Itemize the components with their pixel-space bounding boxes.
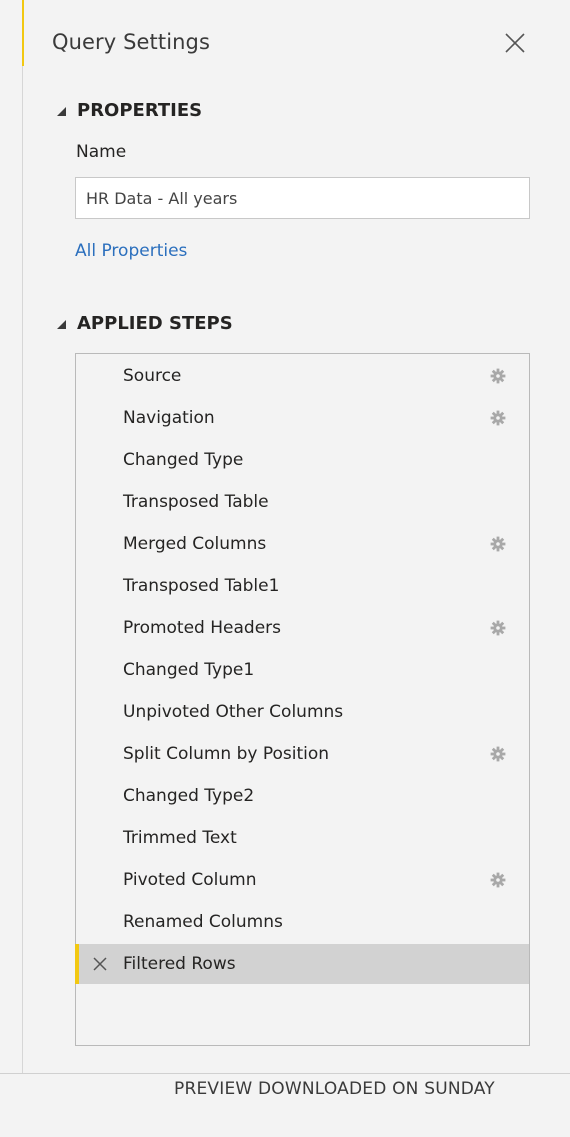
applied-step[interactable]: Merged Columns [76,524,529,564]
applied-step[interactable]: Transposed Table [76,482,529,522]
gear-icon[interactable] [490,368,506,384]
applied-step-label: Changed Type [123,450,244,470]
properties-header: PROPERTIES [77,100,203,121]
close-icon [505,33,525,53]
applied-step-label: Changed Type1 [123,660,255,680]
collapse-triangle-icon [57,319,66,329]
applied-step-label: Transposed Table [123,492,269,512]
applied-step[interactable]: Trimmed Text [76,818,529,858]
applied-step-label: Changed Type2 [123,786,255,806]
gear-icon[interactable] [490,872,506,888]
applied-step[interactable]: Changed Type1 [76,650,529,690]
applied-steps-section-toggle[interactable]: APPLIED STEPS [56,313,233,334]
applied-step-label: Merged Columns [123,534,267,554]
name-label: Name [76,142,127,162]
applied-step-label: Transposed Table1 [123,576,280,596]
applied-step[interactable]: Split Column by Position [76,734,529,774]
applied-steps-header: APPLIED STEPS [77,313,233,334]
applied-step[interactable]: Transposed Table1 [76,566,529,606]
collapse-triangle-icon [57,106,66,116]
applied-step[interactable]: Filtered Rows [75,944,529,984]
applied-step[interactable]: Renamed Columns [76,902,529,942]
gear-icon[interactable] [490,536,506,552]
applied-step-label: Renamed Columns [123,912,283,932]
applied-step[interactable]: Changed Type2 [76,776,529,816]
gear-icon[interactable] [490,620,506,636]
gear-icon[interactable] [490,410,506,426]
applied-step-label: Trimmed Text [123,828,237,848]
applied-step-label: Unpivoted Other Columns [123,702,344,722]
pane-title: Query Settings [52,30,211,54]
applied-step[interactable]: Unpivoted Other Columns [76,692,529,732]
status-text: PREVIEW DOWNLOADED ON SUNDAY [174,1079,495,1099]
applied-step-label: Navigation [123,408,215,428]
applied-step-label: Pivoted Column [123,870,257,890]
applied-step[interactable]: Pivoted Column [76,860,529,900]
selected-step-accent [75,944,79,984]
applied-step-label: Promoted Headers [123,618,282,638]
gear-icon[interactable] [490,746,506,762]
properties-section-toggle[interactable]: PROPERTIES [56,100,202,121]
applied-step[interactable]: Changed Type [76,440,529,480]
applied-step-label: Filtered Rows [123,954,236,974]
delete-step-icon[interactable] [92,956,108,972]
applied-step-label: Source [123,366,182,386]
close-button[interactable] [500,28,530,58]
applied-steps-list: Source Navigation Changed Type Transposed T… [75,353,530,1046]
pane-accent-bar [22,0,24,66]
all-properties-link[interactable]: All Properties [75,241,187,261]
applied-step[interactable]: Source [76,356,529,396]
applied-step-label: Split Column by Position [123,744,330,764]
applied-step[interactable]: Navigation [76,398,529,438]
pane-left-border [22,66,23,1073]
applied-step[interactable]: Promoted Headers [76,608,529,648]
query-name-input[interactable] [75,177,530,219]
